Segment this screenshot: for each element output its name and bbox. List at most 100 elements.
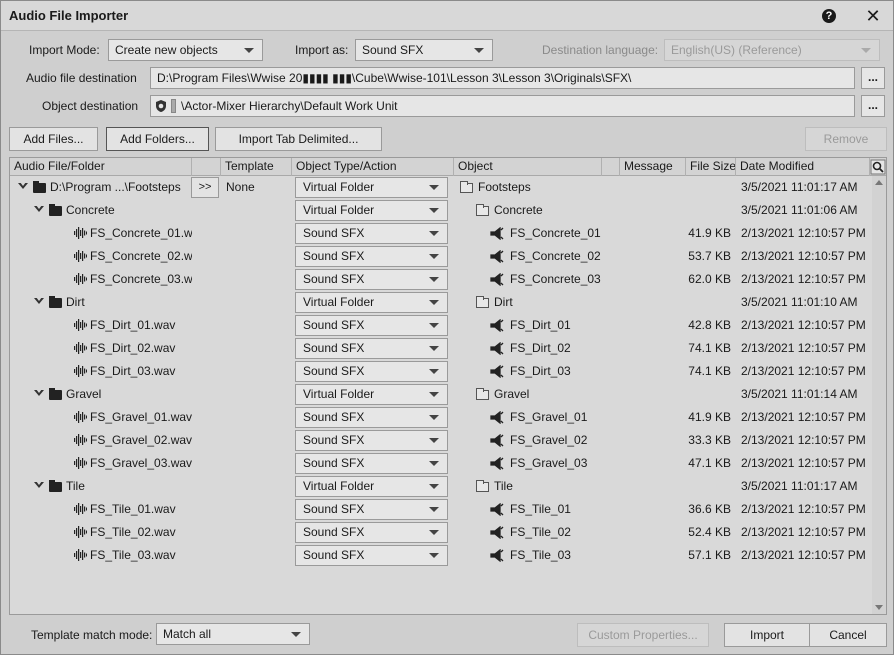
sound-sfx-icon: [490, 319, 504, 332]
sound-sfx-icon: [490, 549, 504, 562]
chevron-down-icon: [429, 231, 439, 236]
table-row[interactable]: FS_Concrete_02.wav Sound SFX FS_Concrete_0…: [10, 245, 872, 268]
audio-file-destination-field[interactable]: D:\Program Files\Wwise 20▮▮▮▮ ▮▮▮\Cube\W…: [150, 67, 855, 89]
object-type-select[interactable]: Sound SFX: [295, 545, 448, 566]
add-files-button[interactable]: Add Files...: [9, 127, 98, 151]
table-row[interactable]: FS_Concrete_03.wav Sound SFX FS_Concrete_0…: [10, 268, 872, 291]
object-destination-field[interactable]: \Actor-Mixer Hierarchy\Default Work Unit: [150, 95, 855, 117]
column-header-type[interactable]: Object Type/Action: [292, 158, 454, 176]
scroll-up-icon[interactable]: [875, 180, 883, 185]
table-row[interactable]: FS_Gravel_03.wav Sound SFX FS_Gravel_03 47.…: [10, 452, 872, 475]
object-type-select[interactable]: Sound SFX: [295, 269, 448, 290]
object-name: Tile: [494, 479, 513, 493]
expand-chevron-icon[interactable]: [34, 389, 44, 396]
expand-chevron-icon[interactable]: [34, 481, 44, 488]
expand-chevron-icon[interactable]: [18, 182, 28, 189]
audio-destination-browse-button[interactable]: ...: [861, 67, 885, 89]
chevron-down-icon: [429, 369, 439, 374]
sound-sfx-icon: [490, 457, 504, 470]
table-row[interactable]: FS_Gravel_02.wav Sound SFX FS_Gravel_02 33.…: [10, 429, 872, 452]
file-name: D:\Program ...\Footsteps: [50, 180, 181, 194]
chevron-down-icon: [429, 254, 439, 259]
object-type-select[interactable]: Sound SFX: [295, 430, 448, 451]
object-type-select[interactable]: Virtual Folder: [295, 292, 448, 313]
column-header-file[interactable]: Audio File/Folder: [10, 158, 192, 176]
table-row[interactable]: D:\Program ...\Footsteps >> None Virtual Fo…: [10, 176, 872, 199]
add-folders-button[interactable]: Add Folders...: [106, 127, 209, 151]
object-name: FS_Tile_02: [510, 525, 571, 539]
table-row[interactable]: FS_Dirt_01.wav Sound SFX FS_Dirt_01 42.8 KB…: [10, 314, 872, 337]
file-name: FS_Tile_01.wav: [90, 502, 176, 516]
sound-sfx-icon: [490, 503, 504, 516]
column-filter-search-icon[interactable]: [870, 158, 886, 176]
file-size: 42.8 KB: [688, 318, 731, 332]
object-name: Dirt: [494, 295, 513, 309]
destination-language-select[interactable]: English(US) (Reference): [664, 39, 880, 61]
table-row[interactable]: FS_Tile_01.wav Sound SFX FS_Tile_01 36.6 KB…: [10, 498, 872, 521]
column-header-date-modified[interactable]: Date Modified: [736, 158, 870, 176]
table-row[interactable]: Dirt Virtual Folder Dirt 3/5/2021 11:01:10 …: [10, 291, 872, 314]
object-type-select[interactable]: Sound SFX: [295, 246, 448, 267]
object-type-select[interactable]: Sound SFX: [295, 361, 448, 382]
template-match-mode-select[interactable]: Match all: [156, 623, 310, 645]
template-match-mode-value: Match all: [163, 627, 212, 641]
expand-chevron-icon[interactable]: [34, 297, 44, 304]
table-row[interactable]: Tile Virtual Folder Tile 3/5/2021 11:01:17 …: [10, 475, 872, 498]
table-row[interactable]: FS_Tile_03.wav Sound SFX FS_Tile_03 57.1 KB…: [10, 544, 872, 567]
import-mode-select[interactable]: Create new objects: [108, 39, 263, 61]
chevron-down-icon: [291, 632, 301, 637]
custom-properties-button[interactable]: Custom Properties...: [577, 623, 709, 647]
object-type-value: Sound SFX: [303, 548, 365, 562]
cancel-button[interactable]: Cancel: [809, 623, 887, 647]
template-value[interactable]: None: [226, 176, 255, 199]
import-tab-delimited-button[interactable]: Import Tab Delimited...: [215, 127, 382, 151]
table-row[interactable]: FS_Dirt_03.wav Sound SFX FS_Dirt_03 74.1 KB…: [10, 360, 872, 383]
scroll-down-icon[interactable]: [875, 605, 883, 610]
apply-to-children-button[interactable]: >>: [191, 177, 219, 198]
object-type-select[interactable]: Sound SFX: [295, 315, 448, 336]
table-row[interactable]: FS_Concrete_01.wav Sound SFX FS_Concrete_0…: [10, 222, 872, 245]
object-type-value: Sound SFX: [303, 226, 365, 240]
object-type-select[interactable]: Sound SFX: [295, 407, 448, 428]
object-type-select[interactable]: Sound SFX: [295, 223, 448, 244]
import-as-label: Import as:: [295, 43, 349, 57]
object-type-select[interactable]: Virtual Folder: [295, 177, 448, 198]
column-header-message[interactable]: Message: [620, 158, 686, 176]
sound-sfx-icon: [490, 526, 504, 539]
object-type-select[interactable]: Sound SFX: [295, 338, 448, 359]
object-type-select[interactable]: Sound SFX: [295, 499, 448, 520]
destination-language-value: English(US) (Reference): [671, 43, 802, 57]
table-row[interactable]: FS_Tile_02.wav Sound SFX FS_Tile_02 52.4 KB…: [10, 521, 872, 544]
expand-chevron-icon[interactable]: [34, 205, 44, 212]
waveform-icon: [74, 526, 87, 538]
object-type-value: Sound SFX: [303, 364, 365, 378]
folder-icon: [49, 204, 62, 216]
table-row[interactable]: FS_Gravel_01.wav Sound SFX FS_Gravel_01 41.…: [10, 406, 872, 429]
object-type-select[interactable]: Virtual Folder: [295, 384, 448, 405]
folder-icon: [49, 388, 62, 400]
file-size: 41.9 KB: [688, 410, 731, 424]
object-type-select[interactable]: Virtual Folder: [295, 200, 448, 221]
table-row[interactable]: Concrete Virtual Folder Concrete 3/5/2021 1…: [10, 199, 872, 222]
file-name: Concrete: [66, 203, 115, 217]
column-header-template[interactable]: Template: [221, 158, 292, 176]
column-header-file-size[interactable]: File Size: [686, 158, 736, 176]
object-type-select[interactable]: Virtual Folder: [295, 476, 448, 497]
import-list-table[interactable]: Audio File/Folder Template Object Type/A…: [9, 157, 887, 615]
date-modified: 2/13/2021 12:10:57 PM: [741, 364, 866, 378]
help-button[interactable]: ?: [819, 6, 839, 26]
table-row[interactable]: FS_Dirt_02.wav Sound SFX FS_Dirt_02 74.1 KB…: [10, 337, 872, 360]
table-row[interactable]: Gravel Virtual Folder Gravel 3/5/2021 11:01…: [10, 383, 872, 406]
close-button[interactable]: ✕: [863, 6, 883, 26]
column-header-spacer[interactable]: [602, 158, 620, 176]
import-button[interactable]: Import: [724, 623, 810, 647]
object-type-select[interactable]: Sound SFX: [295, 453, 448, 474]
vertical-scrollbar[interactable]: [872, 176, 886, 614]
date-modified: 2/13/2021 12:10:57 PM: [741, 456, 866, 470]
import-as-select[interactable]: Sound SFX: [355, 39, 493, 61]
remove-button[interactable]: Remove: [805, 127, 887, 151]
object-type-select[interactable]: Sound SFX: [295, 522, 448, 543]
column-header-arrow[interactable]: [192, 158, 221, 176]
object-destination-browse-button[interactable]: ...: [861, 95, 885, 117]
column-header-object[interactable]: Object: [454, 158, 602, 176]
